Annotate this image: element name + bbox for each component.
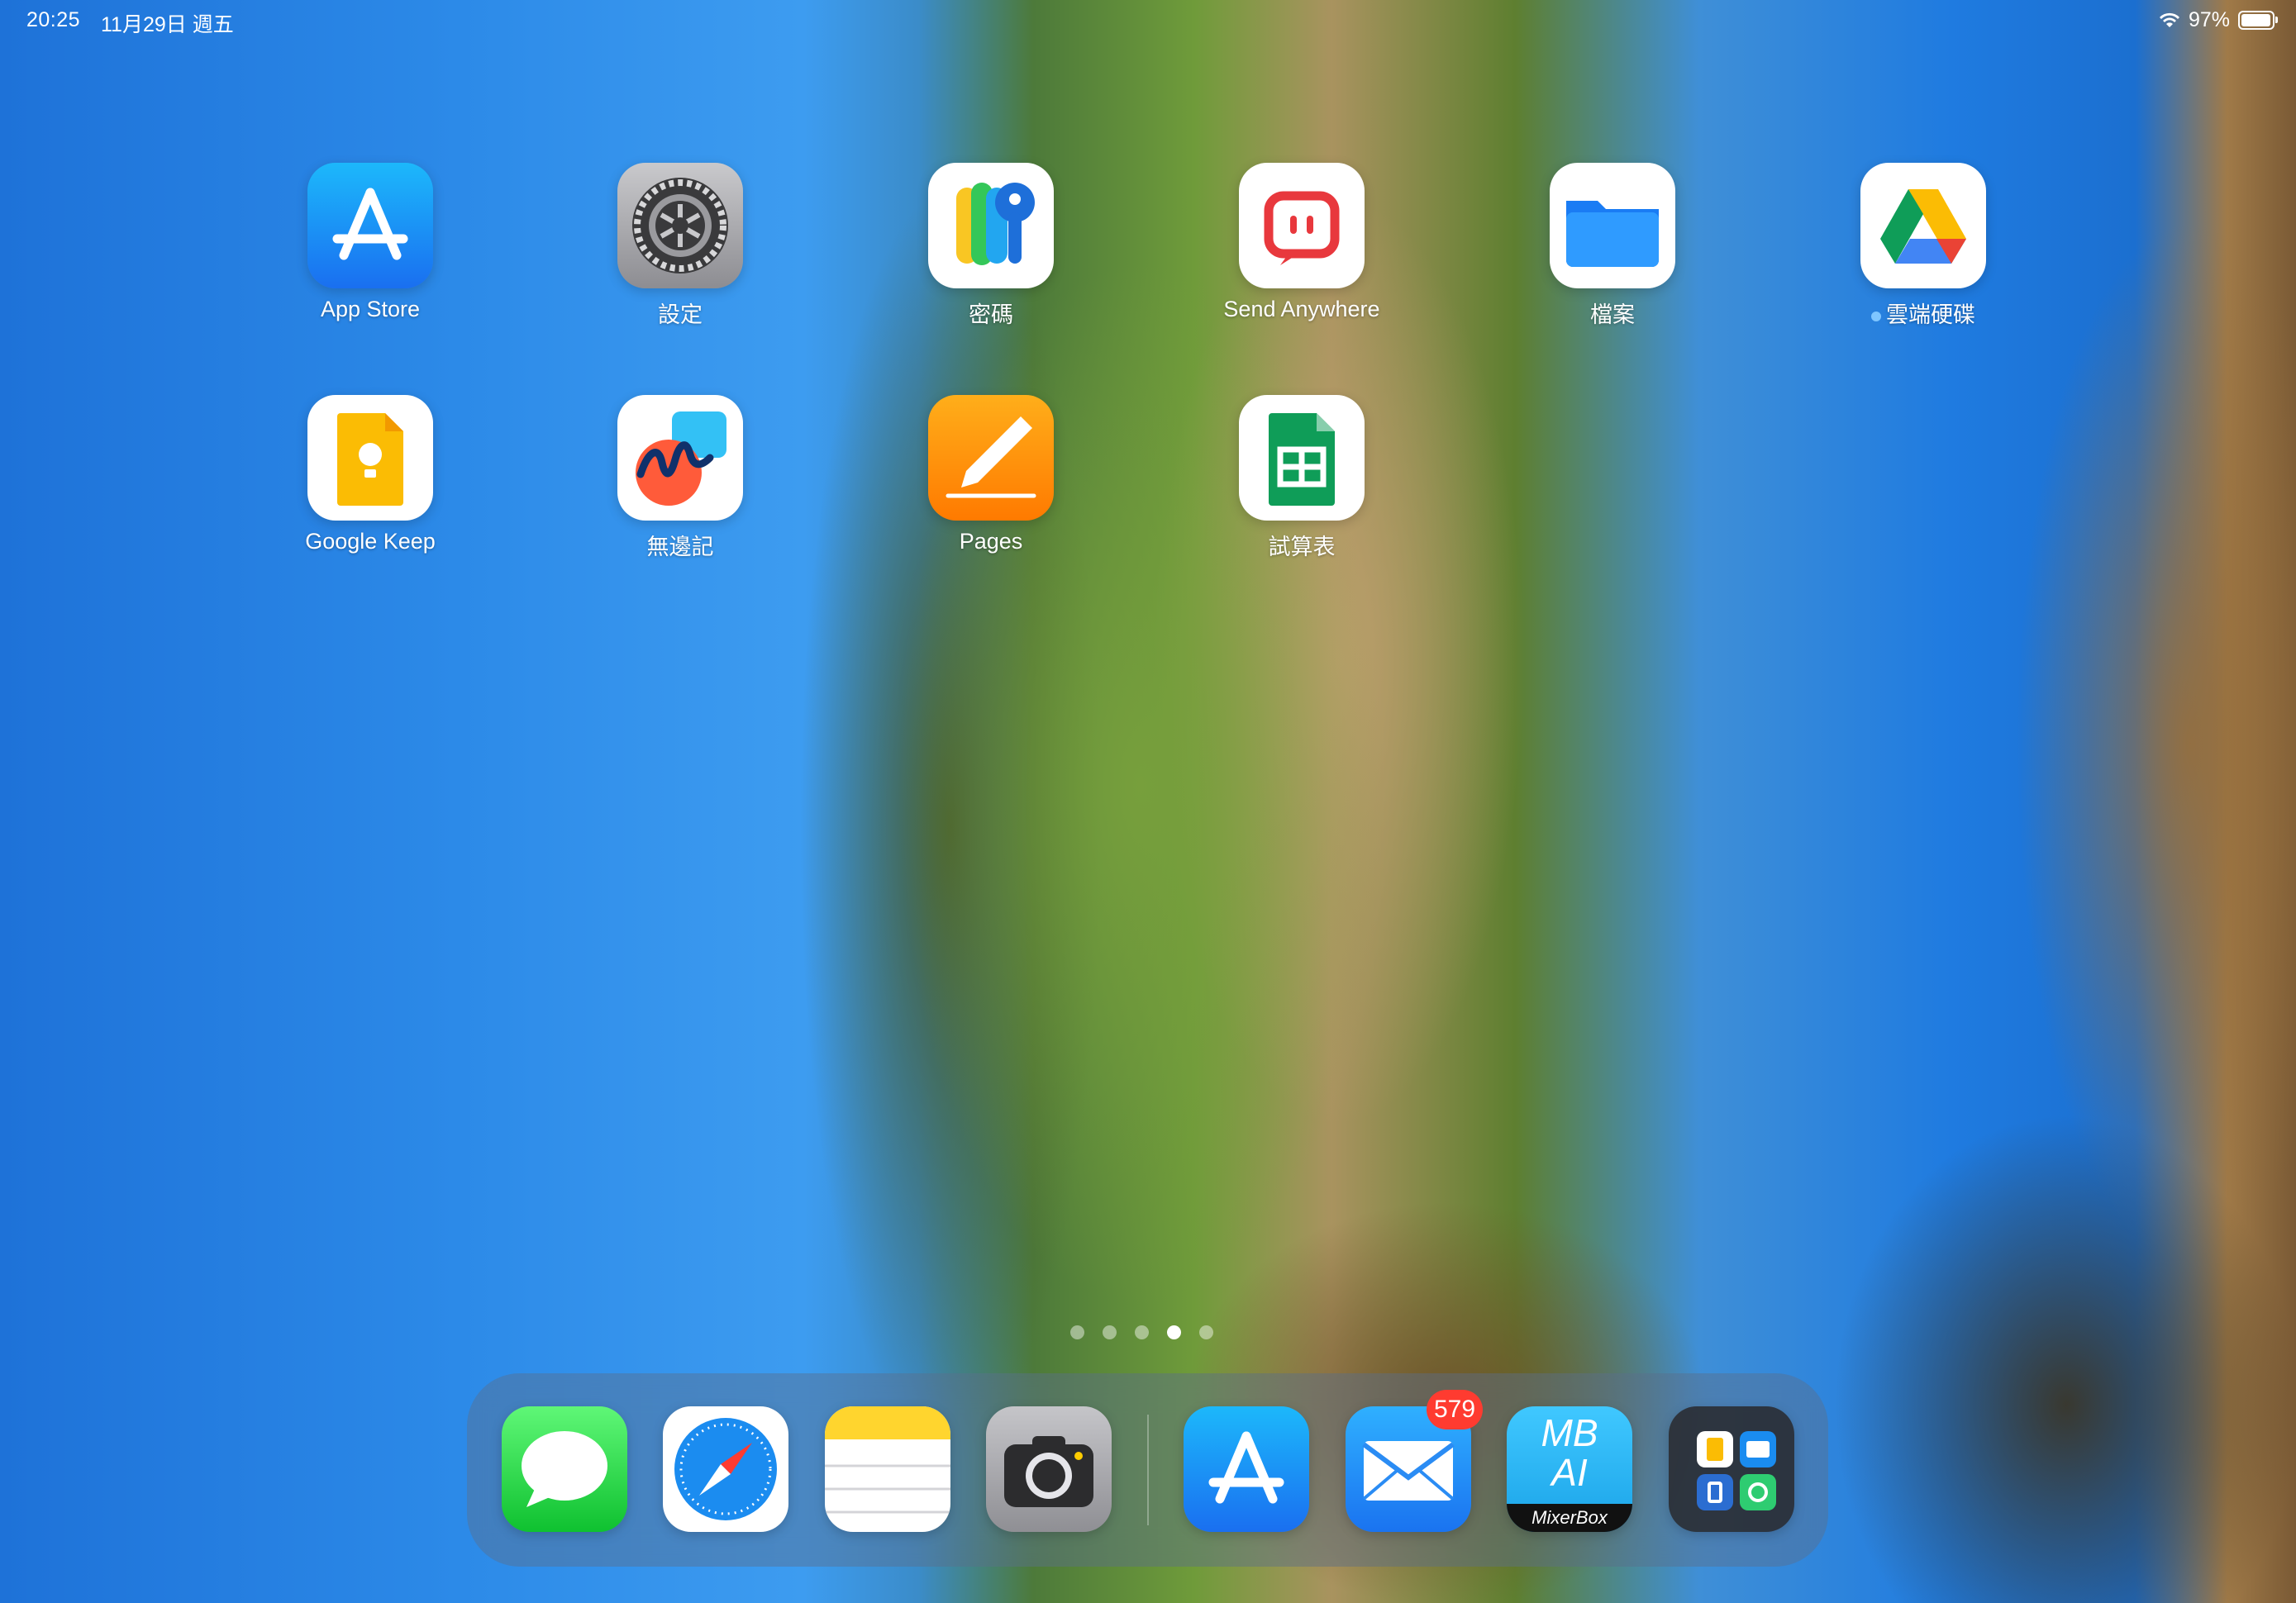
app-freeform[interactable]: 無邊記 bbox=[598, 395, 763, 561]
app-label: 設定 bbox=[658, 302, 703, 327]
pages-icon bbox=[928, 395, 1054, 521]
app-label: Google Keep bbox=[305, 529, 436, 554]
app-label: Send Anywhere bbox=[1223, 297, 1380, 321]
wifi-icon bbox=[2159, 12, 2180, 29]
status-time: 20:25 bbox=[26, 8, 81, 31]
mixerbox-mb-text: MB bbox=[1541, 1411, 1598, 1454]
dock: 579 MB AI MixerBox bbox=[467, 1373, 1828, 1567]
safari-compass-icon[interactable] bbox=[663, 1406, 788, 1532]
app-store-icon[interactable] bbox=[1184, 1406, 1309, 1532]
app-label: 無邊記 bbox=[646, 535, 714, 559]
app-label: 試算表 bbox=[1268, 535, 1336, 559]
page-dot[interactable] bbox=[1199, 1325, 1213, 1339]
dock-separator bbox=[1147, 1415, 1149, 1525]
app-google-keep[interactable]: Google Keep bbox=[288, 395, 453, 554]
page-dot[interactable] bbox=[1070, 1325, 1084, 1339]
google-keep-icon bbox=[307, 395, 433, 521]
mixerbox-ai-icon[interactable]: MB AI MixerBox bbox=[1507, 1406, 1632, 1532]
library-keep-icon bbox=[1697, 1431, 1733, 1467]
google-drive-icon bbox=[1860, 163, 1986, 288]
new-app-dot bbox=[1871, 311, 1881, 321]
battery-fill bbox=[2241, 14, 2270, 26]
app-pages[interactable]: Pages bbox=[908, 395, 1074, 554]
app-settings[interactable]: 設定 bbox=[598, 163, 763, 329]
battery-icon bbox=[2238, 11, 2278, 30]
mail-badge: 579 bbox=[1427, 1390, 1483, 1429]
app-label: Pages bbox=[959, 529, 1023, 554]
library-green-app-icon bbox=[1740, 1474, 1776, 1510]
app-send-anywhere[interactable]: Send Anywhere bbox=[1219, 163, 1384, 322]
app-files[interactable]: 檔案 bbox=[1530, 163, 1695, 329]
mixerbox-ai-text: AI bbox=[1551, 1451, 1588, 1494]
folder-icon bbox=[1550, 163, 1675, 288]
battery-percent: 97% bbox=[2188, 8, 2230, 31]
app-library-icon[interactable] bbox=[1669, 1406, 1794, 1532]
app-label: 密碼 bbox=[969, 302, 1013, 327]
freeform-icon bbox=[617, 395, 743, 521]
messages-icon[interactable] bbox=[502, 1406, 627, 1532]
notes-icon[interactable] bbox=[825, 1406, 950, 1532]
status-bar: 20:25 11月29日 週五 97% bbox=[0, 0, 2296, 40]
app-google-drive[interactable]: 雲端硬碟 bbox=[1841, 163, 2006, 329]
app-google-sheets[interactable]: 試算表 bbox=[1219, 395, 1384, 561]
mixerbox-brand-text: MixerBox bbox=[1507, 1504, 1632, 1532]
page-dot[interactable] bbox=[1103, 1325, 1117, 1339]
library-bitwarden-icon bbox=[1697, 1474, 1733, 1510]
app-label: 雲端硬碟 bbox=[1841, 297, 2006, 329]
library-mail-icon bbox=[1740, 1431, 1776, 1467]
status-date: 11月29日 週五 bbox=[101, 13, 234, 36]
send-anywhere-icon bbox=[1239, 163, 1365, 288]
status-right: 97% bbox=[2159, 8, 2278, 32]
camera-icon[interactable] bbox=[986, 1406, 1112, 1532]
passwords-keys-icon bbox=[928, 163, 1054, 288]
app-passwords[interactable]: 密碼 bbox=[908, 163, 1074, 329]
app-app-store[interactable]: App Store bbox=[288, 163, 453, 322]
app-label: App Store bbox=[320, 297, 421, 321]
app-label-text: 雲端硬碟 bbox=[1886, 302, 1975, 327]
app-store-icon bbox=[307, 163, 433, 288]
page-indicator[interactable] bbox=[1070, 1325, 1213, 1339]
google-sheets-icon bbox=[1239, 395, 1365, 521]
page-dot-active[interactable] bbox=[1167, 1325, 1181, 1339]
app-label: 檔案 bbox=[1590, 302, 1635, 327]
mail-icon[interactable]: 579 bbox=[1346, 1390, 1483, 1532]
gear-icon bbox=[617, 163, 743, 288]
page-dot[interactable] bbox=[1135, 1325, 1149, 1339]
